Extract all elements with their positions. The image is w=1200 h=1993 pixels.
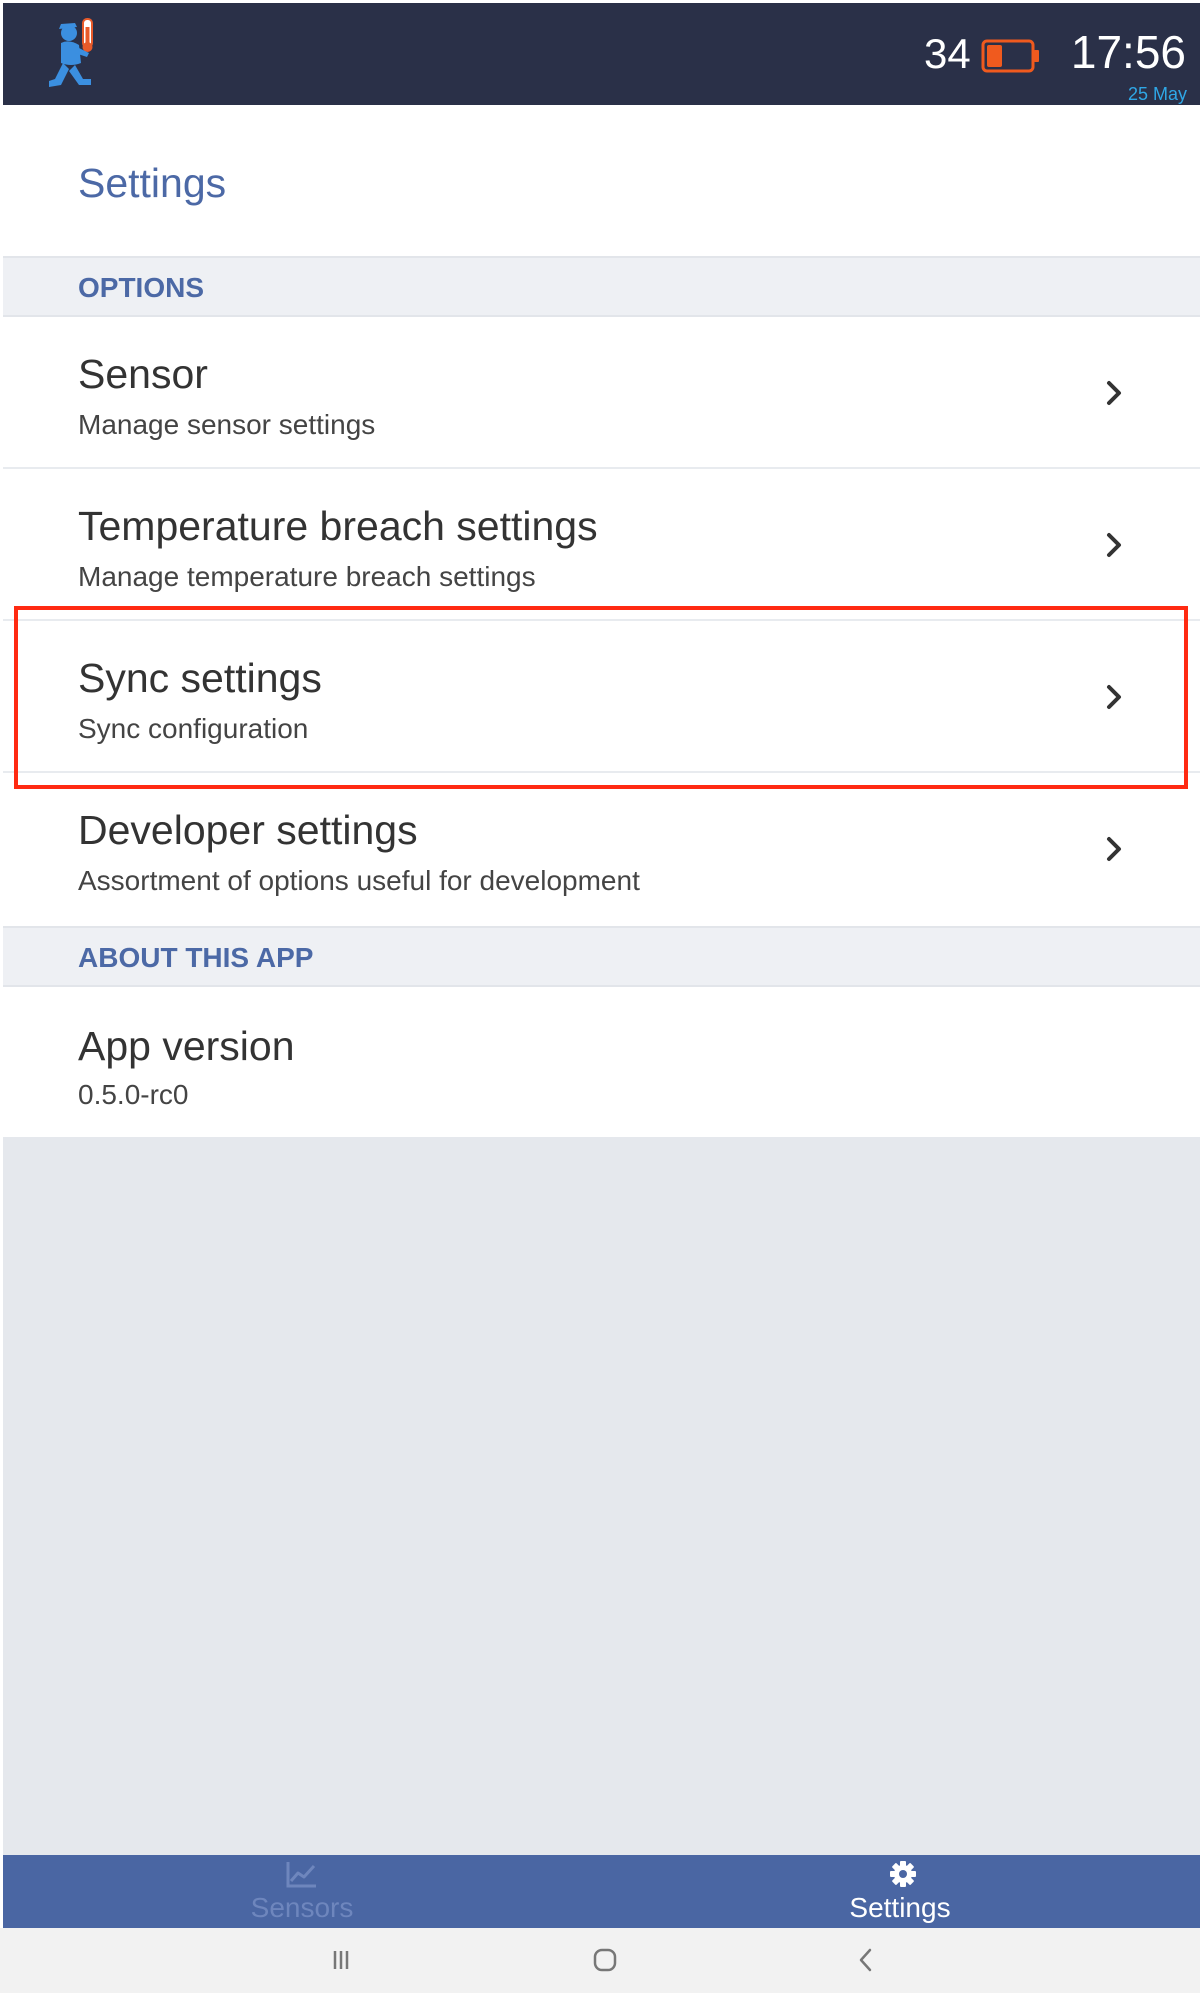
chart-icon: [286, 1862, 316, 1888]
item-subtitle: Assortment of options useful for develop…: [78, 865, 640, 896]
section-heading: OPTIONS: [78, 272, 205, 303]
section-header-options: OPTIONS: [3, 256, 1200, 317]
chevron-right-icon: [1107, 381, 1121, 405]
app-screen: 34 17:56 25 May Settings OPTIONS Sensor …: [0, 0, 1200, 1993]
item-title: Sensor: [78, 351, 208, 397]
battery-low-icon: [981, 39, 1039, 73]
settings-item-temperature-breach[interactable]: Temperature breach settings Manage tempe…: [3, 469, 1200, 621]
tab-label: Settings: [849, 1892, 951, 1923]
item-title: App version: [78, 1023, 295, 1069]
gear-icon: [890, 1861, 916, 1887]
item-subtitle: Manage sensor settings: [78, 409, 376, 440]
item-title: Sync settings: [78, 655, 322, 701]
item-title: Temperature breach settings: [78, 503, 598, 549]
home-icon[interactable]: [590, 1945, 620, 1975]
tab-settings[interactable]: Settings: [601, 1855, 1199, 1928]
settings-item-developer[interactable]: Developer settings Assortment of options…: [3, 773, 1200, 926]
item-subtitle: Sync configuration: [78, 713, 309, 744]
item-title: Developer settings: [78, 807, 418, 853]
back-icon[interactable]: [851, 1945, 881, 1975]
page-title: Settings: [78, 160, 227, 206]
section-header-about: ABOUT THIS APP: [3, 926, 1200, 987]
system-nav-bar: [0, 1928, 1200, 1993]
section-heading: ABOUT THIS APP: [78, 942, 314, 973]
mascot-thermometer-icon: [49, 18, 93, 87]
top-bar: 34 17:56 25 May: [3, 3, 1200, 105]
clock-time: 17:56: [1070, 26, 1186, 78]
app-version-value: 0.5.0-rc0: [78, 1079, 189, 1110]
empty-content-area: [3, 1137, 1200, 1855]
tab-label: Sensors: [250, 1892, 354, 1923]
app-version-item: App version 0.5.0-rc0: [3, 987, 1200, 1137]
chevron-right-icon: [1107, 837, 1121, 861]
recent-apps-icon[interactable]: [326, 1945, 356, 1975]
settings-item-sync[interactable]: Sync settings Sync configuration: [3, 621, 1200, 773]
settings-item-sensor[interactable]: Sensor Manage sensor settings: [3, 317, 1200, 469]
bottom-nav: Sensors Settings: [3, 1855, 1200, 1928]
clock-date: 25 May: [1127, 84, 1187, 104]
item-subtitle: Manage temperature breach settings: [78, 561, 536, 592]
tab-sensors[interactable]: Sensors: [3, 1855, 601, 1928]
chevron-right-icon: [1107, 533, 1121, 557]
chevron-right-icon: [1107, 685, 1121, 709]
battery-level: 34: [924, 30, 971, 77]
